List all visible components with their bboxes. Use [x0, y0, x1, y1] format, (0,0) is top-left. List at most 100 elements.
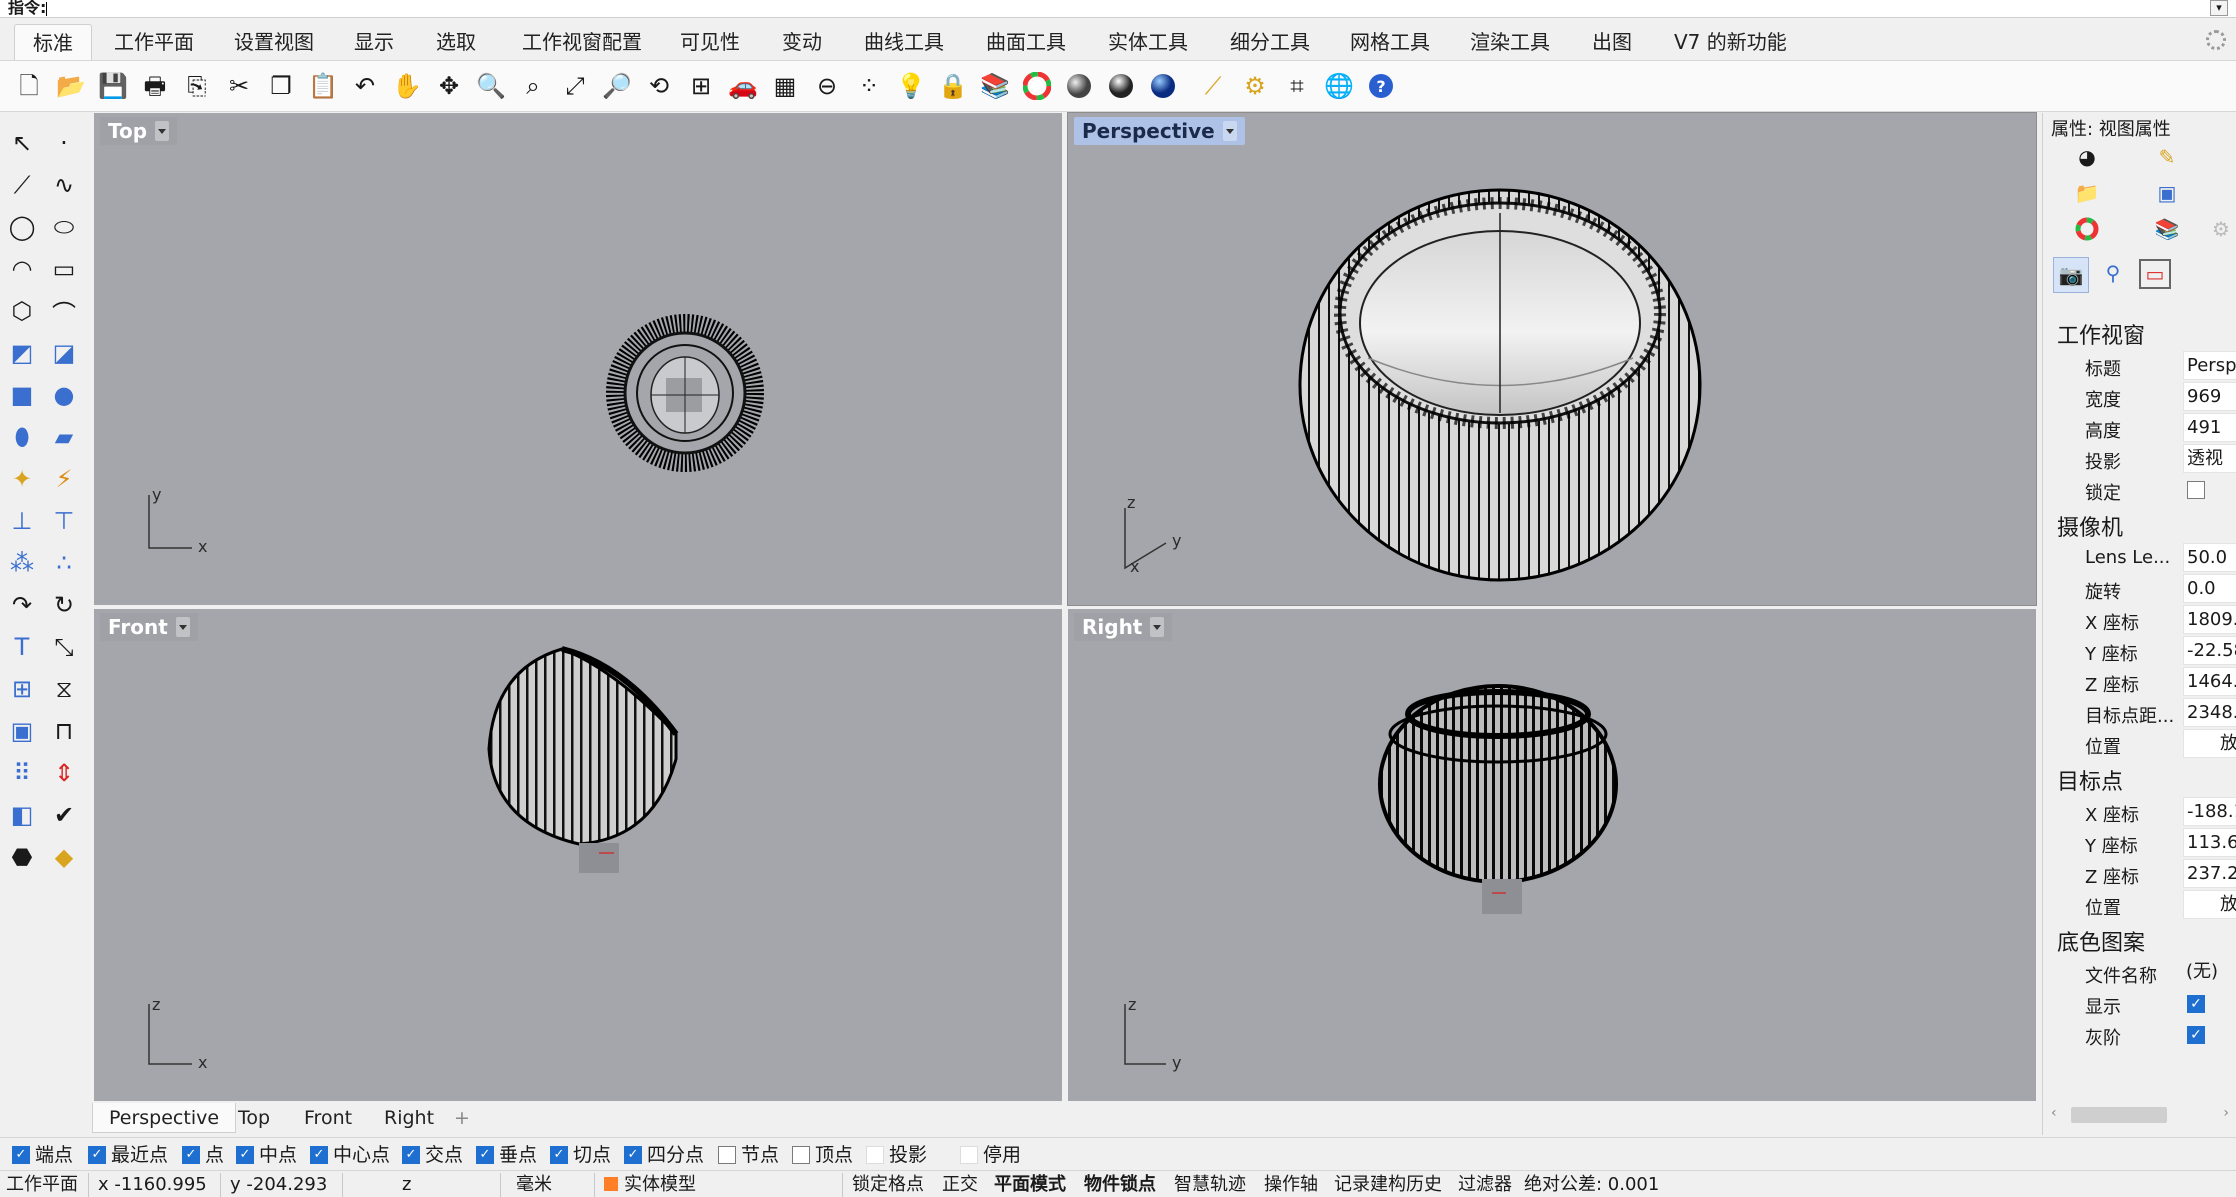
tab-subd-tools[interactable]: 细分工具 [1212, 24, 1328, 60]
tab-curve-tools[interactable]: 曲线工具 [846, 24, 962, 60]
zoom-extents-icon[interactable]: ⤢ [558, 69, 592, 103]
tab-render-tools[interactable]: 渲染工具 [1452, 24, 1568, 60]
tab-visibility[interactable]: 可见性 [662, 24, 758, 60]
panel-scrollbar[interactable]: ‹ › [2051, 1103, 2236, 1127]
osnap-project[interactable]: 投影 [866, 1144, 927, 1166]
fillet-curve-icon[interactable]: ⌒ [46, 293, 82, 329]
prop-value[interactable]: 透视 [2183, 444, 2236, 473]
checkbox[interactable] [960, 1146, 978, 1164]
place-button[interactable]: 放 [2183, 729, 2236, 758]
viewport-right[interactable]: Right z y [1068, 609, 2036, 1101]
cplane-indicator[interactable]: 工作平面 [6, 1174, 78, 1196]
checkbox[interactable] [866, 1146, 884, 1164]
export-icon[interactable]: ⎘ [180, 69, 214, 103]
osnap-tangent[interactable]: ✓ 切点 [550, 1144, 611, 1166]
select-arrow-icon[interactable]: ↖ [4, 125, 40, 161]
grid-snap-toggle[interactable]: 锁定格点 [852, 1174, 924, 1196]
render-mesh-icon[interactable]: ⬣ [4, 839, 40, 875]
osnap-vertex[interactable]: 顶点 [792, 1144, 853, 1166]
curve-icon[interactable]: ∿ [46, 167, 82, 203]
tab-mesh-tools[interactable]: 网格工具 [1332, 24, 1448, 60]
checkbox[interactable]: ✓ [476, 1146, 494, 1164]
lock-checkbox[interactable] [2187, 481, 2205, 499]
ruler-icon[interactable]: ⊖ [810, 69, 844, 103]
car-icon[interactable]: 🚗 [726, 69, 760, 103]
osnap-quadrant[interactable]: ✓ 四分点 [624, 1144, 704, 1166]
checkbox[interactable]: ✓ [12, 1146, 30, 1164]
globe-icon[interactable]: 🌐 [1322, 69, 1356, 103]
osnap-mid[interactable]: ✓ 中点 [236, 1144, 297, 1166]
gear-icon[interactable] [2206, 30, 2226, 50]
checkbox[interactable]: ✓ [310, 1146, 328, 1164]
checkbox[interactable] [792, 1146, 810, 1164]
tab-cplane[interactable]: 工作平面 [96, 24, 212, 60]
prop-value[interactable]: 237.2 [2183, 859, 2236, 888]
rectangle-icon[interactable]: ▭ [46, 251, 82, 287]
extrude-surface-icon[interactable]: ◪ [46, 335, 82, 371]
copy-icon[interactable]: ❐ [264, 69, 298, 103]
mirror-icon[interactable]: ⧖ [46, 671, 82, 707]
tab-standard[interactable]: 标准 [14, 24, 92, 60]
dimension-tool-icon[interactable]: ⚡ [46, 461, 82, 497]
grid-array-icon[interactable]: ⠿ [4, 755, 40, 791]
collapse-icon[interactable]: ▾ [2210, 0, 2228, 16]
print-icon[interactable]: 🖶 [138, 69, 172, 103]
checkbox[interactable]: ✓ [88, 1146, 106, 1164]
save-icon[interactable]: 💾 [96, 69, 130, 103]
text-tool-icon[interactable]: T [4, 629, 40, 665]
tab-drafting[interactable]: 出图 [1574, 24, 1650, 60]
tab-set-view[interactable]: 设置视图 [216, 24, 332, 60]
array-icon[interactable]: ⊞ [4, 671, 40, 707]
prop-value[interactable]: -22.58 [2183, 636, 2236, 665]
ortho-toggle[interactable]: 正交 [942, 1174, 978, 1196]
light-bulb-icon[interactable]: 💡 [894, 69, 928, 103]
vptab-top[interactable]: Top [222, 1103, 286, 1133]
checkbox[interactable]: ✓ [624, 1146, 642, 1164]
render-ball-icon[interactable] [1146, 69, 1180, 103]
select-points-icon[interactable]: ⁘ [852, 69, 886, 103]
scroll-left-icon[interactable]: ‹ [2051, 1105, 2057, 1121]
tab-solid-tools[interactable]: 实体工具 [1090, 24, 1206, 60]
transform-tools-icon[interactable]: ✦ [4, 461, 40, 497]
circle-icon[interactable]: ◯ [4, 209, 40, 245]
rendered-sphere-icon[interactable] [1104, 69, 1138, 103]
prop-value[interactable]: (无) [2183, 958, 2236, 987]
place-button[interactable]: 放 [2183, 890, 2236, 919]
planar-toggle[interactable]: 平面模式 [994, 1174, 1066, 1196]
new-file-icon[interactable]: 🗋 [12, 69, 46, 103]
osnap-perpendicular[interactable]: ✓ 垂点 [476, 1144, 537, 1166]
prop-value[interactable]: 113.6 [2183, 828, 2236, 857]
tab-transform[interactable]: 变动 [764, 24, 840, 60]
color-wheel-icon[interactable] [1020, 69, 1054, 103]
check-icon[interactable]: ✔ [46, 797, 82, 833]
fillet-edge-icon[interactable]: ↷ [4, 587, 40, 623]
scroll-right-icon[interactable]: › [2223, 1105, 2229, 1121]
split-icon[interactable]: ⊥ [4, 503, 40, 539]
layer-icon[interactable]: 📚 [978, 69, 1012, 103]
filter-toggle[interactable]: 过滤器 [1458, 1174, 1512, 1196]
four-viewports-icon[interactable]: ⊞ [684, 69, 718, 103]
analyze-icon[interactable]: ◧ [4, 797, 40, 833]
zoom-icon[interactable]: 🔍 [474, 69, 508, 103]
osnap-toggle[interactable]: 物件锁点 [1084, 1174, 1156, 1196]
tab-display[interactable]: 显示 [336, 24, 412, 60]
polygon-icon[interactable]: ⬡ [4, 293, 40, 329]
tab-new-in-v7[interactable]: V7 的新功能 [1656, 24, 1805, 60]
layers-panel-icon[interactable]: 📚 [2153, 215, 2181, 243]
osnap-near[interactable]: ✓ 最近点 [88, 1144, 168, 1166]
blend-edge-icon[interactable]: ↻ [46, 587, 82, 623]
undo-view-icon[interactable]: ⟲ [642, 69, 676, 103]
arc-icon[interactable]: ◠ [4, 251, 40, 287]
solid-box-icon[interactable]: ▣ [4, 713, 40, 749]
checkbox[interactable]: ✓ [182, 1146, 200, 1164]
folder-icon[interactable]: 📁 [2073, 179, 2101, 207]
open-folder-icon[interactable]: 📂 [54, 69, 88, 103]
ellipse-icon[interactable]: ⬭ [46, 209, 82, 245]
frame-icon[interactable]: ▭ [2139, 259, 2171, 289]
viewport-perspective[interactable]: Perspective z y x [1067, 112, 2037, 606]
checkbox[interactable]: ✓ [236, 1146, 254, 1164]
history-toggle[interactable]: 记录建构历史 [1334, 1174, 1442, 1196]
object-properties-icon[interactable]: ◕ [2073, 143, 2101, 171]
shaded-sphere-icon[interactable] [1062, 69, 1096, 103]
checkbox[interactable]: ✓ [402, 1146, 420, 1164]
